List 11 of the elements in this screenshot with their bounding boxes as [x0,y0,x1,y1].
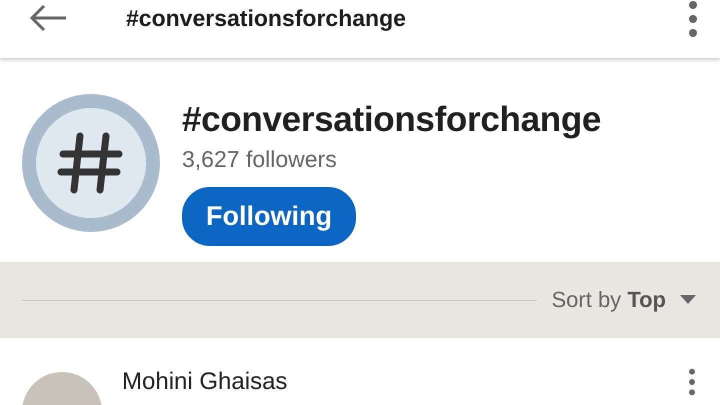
more-options-icon[interactable] [688,368,696,396]
page-title: #conversationsforchange [126,4,407,32]
more-options-icon[interactable] [688,0,698,38]
hashtag-icon [22,94,160,232]
hashtag-name: #conversationsforchange [182,100,602,140]
sort-dropdown[interactable]: Sort by Top [551,287,666,313]
following-button[interactable]: Following [182,187,356,246]
author-name[interactable]: Mohini Ghaisas [122,368,668,396]
follower-count: 3,627 followers [182,146,337,173]
back-arrow-icon[interactable] [28,4,68,32]
caret-icon[interactable] [680,295,696,305]
